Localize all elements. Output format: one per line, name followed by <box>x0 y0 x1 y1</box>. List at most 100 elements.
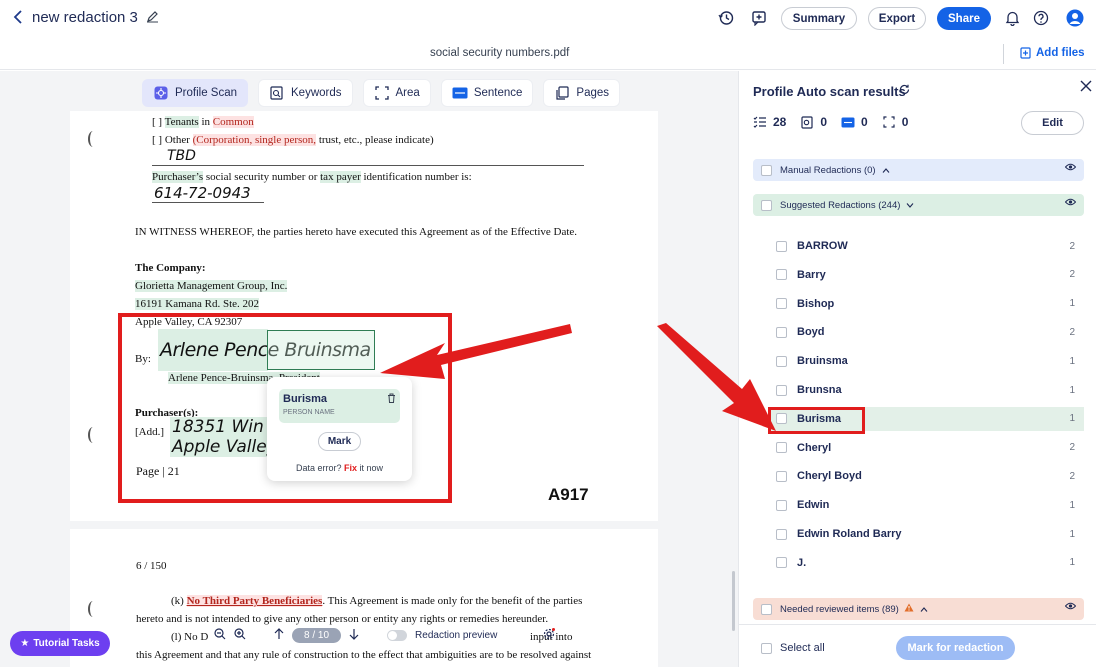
keyword-search-icon <box>800 115 814 129</box>
share-button[interactable]: Share <box>937 7 991 30</box>
item-count: 2 <box>1069 326 1075 338</box>
settings-icon[interactable] <box>543 627 556 643</box>
item-count: 1 <box>1069 298 1075 310</box>
list-item[interactable]: Brunsna 1 <box>769 378 1084 402</box>
pages-icon <box>554 85 570 101</box>
document-title[interactable]: new redaction 3 <box>32 9 138 26</box>
list-item[interactable]: BARROW 2 <box>769 234 1084 258</box>
item-count: 1 <box>1069 413 1075 425</box>
eye-icon[interactable] <box>1064 198 1077 209</box>
entity-name: Burisma <box>283 393 328 405</box>
item-checkbox[interactable] <box>776 499 787 511</box>
arrow-down-icon[interactable] <box>349 628 359 643</box>
trash-icon[interactable] <box>387 393 396 406</box>
mark-for-redaction-button[interactable]: Mark for redaction <box>896 636 1015 660</box>
bell-icon[interactable] <box>1002 8 1022 28</box>
tab-profile-scan[interactable]: Profile Scan <box>142 79 249 107</box>
list-item[interactable]: Cheryl 2 <box>769 436 1084 460</box>
loading-spinner-icon <box>88 427 98 443</box>
redaction-preview-label: Redaction preview <box>415 629 498 641</box>
item-checkbox[interactable] <box>776 240 787 252</box>
doc-line: Purchaser’s social security number or ta… <box>152 171 472 183</box>
user-avatar-icon[interactable] <box>1065 8 1085 28</box>
doc-line: IN WITNESS WHEREOF, the parties hereto h… <box>135 226 578 238</box>
eye-icon[interactable] <box>1064 602 1077 613</box>
help-icon[interactable] <box>1031 8 1051 28</box>
tab-pages[interactable]: Pages <box>543 79 621 107</box>
top-bar: new redaction 3 Summary Export Share <box>0 0 1096 38</box>
tab-sentence[interactable]: Sentence <box>440 79 534 107</box>
zoom-in-icon[interactable] <box>234 627 246 643</box>
pencil-icon[interactable] <box>146 10 159 26</box>
history-icon[interactable] <box>716 8 736 28</box>
company-name: Glorietta Management Group, Inc. <box>135 280 288 292</box>
list-item[interactable]: Cheryl Boyd 2 <box>769 464 1084 488</box>
document-viewer[interactable]: [ ] Tenants in Common [ ] Other (Corpora… <box>0 71 738 667</box>
edit-button[interactable]: Edit <box>1021 111 1084 135</box>
redaction-preview-toggle[interactable] <box>387 629 408 641</box>
company-heading: The Company: <box>135 262 206 274</box>
section-checkbox[interactable] <box>761 199 772 211</box>
item-checkbox[interactable] <box>776 269 787 281</box>
doc-line: (k) No Third Party Beneficiaries. This A… <box>171 595 583 607</box>
chevron-down-icon[interactable] <box>906 200 914 211</box>
file-name[interactable]: social security numbers.pdf <box>430 47 569 59</box>
select-all-label: Select all <box>780 642 825 654</box>
company-address: 16191 Kamana Rd. Ste. 202 <box>135 298 260 310</box>
zoom-out-icon[interactable] <box>214 627 226 643</box>
chevron-up-icon[interactable] <box>920 604 928 615</box>
item-count: 1 <box>1069 384 1075 396</box>
item-checkbox[interactable] <box>776 557 787 569</box>
chevron-up-icon[interactable] <box>882 165 890 176</box>
annotation-highlight-box <box>768 407 865 434</box>
tab-keywords[interactable]: Keywords <box>258 79 353 107</box>
needed-review-section[interactable]: Needed reviewed items (89) <box>753 598 1084 620</box>
section-checkbox[interactable] <box>761 164 772 176</box>
eye-icon[interactable] <box>1064 163 1077 174</box>
tab-label: Area <box>395 87 420 99</box>
item-label: Brunsna <box>797 384 842 396</box>
list-item[interactable]: Edwin Roland Barry 1 <box>769 522 1084 546</box>
list-item[interactable]: Edwin 1 <box>769 493 1084 517</box>
list-item[interactable]: Bishop 1 <box>769 292 1084 316</box>
suggested-redactions-section[interactable]: Suggested Redactions (244) <box>753 194 1084 216</box>
manual-redactions-section[interactable]: Manual Redactions (0) <box>753 159 1084 181</box>
select-all[interactable]: Select all <box>761 642 825 654</box>
error-suffix: it now <box>357 463 384 473</box>
stamp-text: A917 <box>548 485 589 504</box>
page-indicator[interactable]: 8 / 10 <box>292 627 342 643</box>
data-error-text: Data error? Fix it now <box>267 463 412 473</box>
scan-mode-tabs: Profile Scan Keywords Area Sentence Page… <box>142 79 621 107</box>
list-item[interactable]: Bruinsma 1 <box>769 349 1084 373</box>
error-text: Data error? <box>295 463 344 473</box>
item-checkbox[interactable] <box>776 528 787 540</box>
section-label: Needed reviewed items (89) <box>780 603 899 615</box>
entity-type: PERSON NAME <box>283 409 335 416</box>
add-files-button[interactable]: Add files <box>1020 47 1085 59</box>
refresh-icon[interactable] <box>899 84 910 98</box>
star-icon: ★ <box>20 638 30 649</box>
item-checkbox[interactable] <box>776 442 787 454</box>
doc-line: (l) No D <box>171 631 209 643</box>
entity-tag[interactable]: Burisma PERSON NAME <box>279 389 400 423</box>
list-item[interactable]: J. 1 <box>769 551 1084 575</box>
mark-button[interactable]: Mark <box>318 432 361 451</box>
profile-scan-icon <box>153 85 169 101</box>
tutorial-tasks-button[interactable]: ★ Tutorial Tasks <box>10 631 110 656</box>
export-button[interactable]: Export <box>868 7 926 30</box>
section-checkbox[interactable] <box>761 603 772 615</box>
item-checkbox[interactable] <box>776 470 787 482</box>
fix-link[interactable]: Fix <box>344 463 357 473</box>
tab-area[interactable]: Area <box>362 79 431 107</box>
item-checkbox[interactable] <box>776 298 787 310</box>
summary-button[interactable]: Summary <box>781 7 857 30</box>
tab-label: Profile Scan <box>175 87 238 99</box>
add-comment-icon[interactable] <box>749 8 769 28</box>
list-item[interactable]: Boyd 2 <box>769 320 1084 344</box>
close-icon[interactable] <box>1080 79 1092 97</box>
scrollbar[interactable] <box>732 571 735 631</box>
list-item[interactable]: Barry 2 <box>769 263 1084 287</box>
arrow-up-icon[interactable] <box>274 627 284 643</box>
back-icon[interactable] <box>8 7 28 27</box>
select-all-checkbox[interactable] <box>761 642 772 654</box>
